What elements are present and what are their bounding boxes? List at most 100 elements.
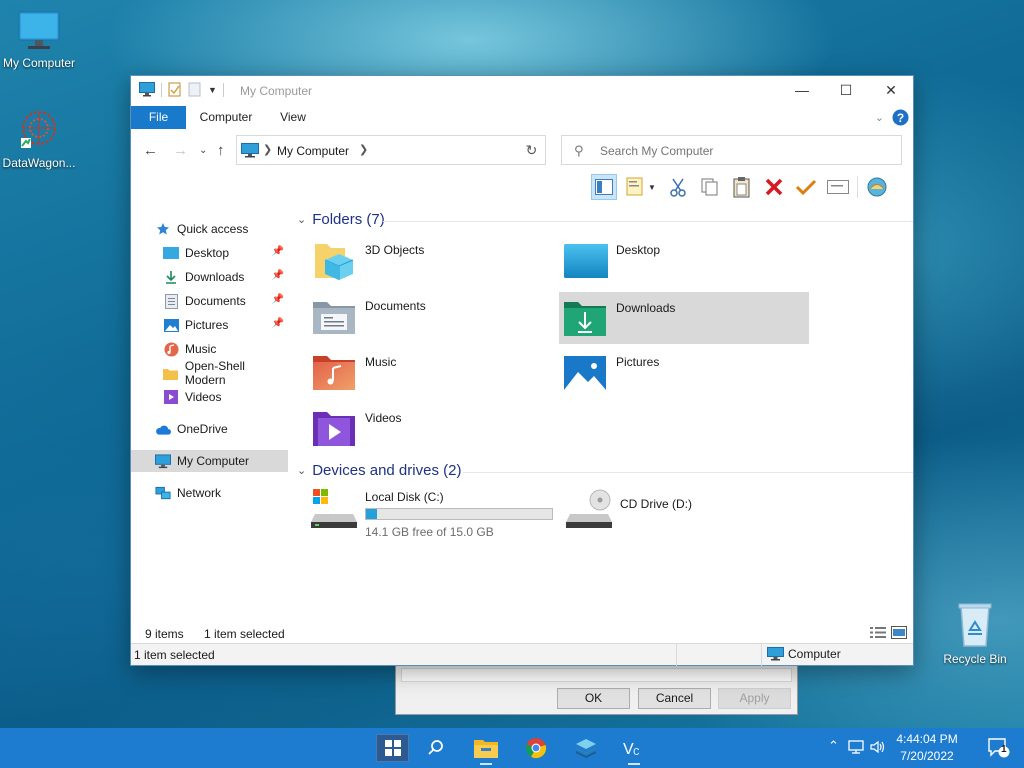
properties-dropdown-icon[interactable]: ▼ (648, 183, 656, 192)
rename-button[interactable] (825, 174, 851, 200)
close-button[interactable]: ✕ (868, 76, 914, 104)
search-input[interactable] (600, 142, 890, 159)
pin-icon[interactable]: 📌 (272, 246, 284, 257)
drive-tile-c[interactable]: Local Disk (C:) 14.1 GB free of 15.0 GB (308, 488, 558, 540)
drive-tile-d[interactable]: CD Drive (D:) (563, 488, 763, 540)
up-arrow-icon[interactable]: ↑ (217, 142, 225, 159)
volume-icon[interactable] (870, 740, 886, 754)
checkmark-button[interactable] (793, 174, 819, 200)
sidebar-item-label: Desktop (185, 246, 230, 260)
taskbar-search-button[interactable] (421, 734, 451, 762)
pin-icon[interactable]: 📌 (272, 294, 284, 305)
clock[interactable]: 4:44:04 PM 7/20/2022 (892, 731, 962, 765)
search-box[interactable]: ⚲ (561, 135, 902, 165)
notification-center-button[interactable]: 1 (988, 738, 1010, 761)
forward-arrow-icon[interactable]: → (173, 142, 188, 159)
breadcrumb-my-computer[interactable]: My Computer (277, 144, 349, 158)
star-icon (155, 221, 171, 237)
taskbar-file-explorer[interactable] (471, 734, 501, 765)
desktop-icon-datawagon[interactable]: DataWagon... (0, 108, 82, 170)
sidebar-item-label: Network (177, 486, 222, 500)
address-bar[interactable]: ❯ My Computer ❯ ⌄ (236, 135, 545, 165)
recent-locations-chevron-icon[interactable]: ⌄ (199, 145, 207, 156)
folder-tile-pictures[interactable]: Pictures (559, 346, 809, 398)
group-divider (463, 472, 913, 473)
tab-computer[interactable]: Computer (193, 106, 259, 129)
taskbar-chrome[interactable] (521, 734, 551, 762)
sidebar-item-downloads[interactable]: Downloads 📌 (131, 266, 288, 288)
properties-icon[interactable] (168, 82, 182, 97)
collapse-chevron-icon[interactable]: ⌄ (297, 464, 306, 477)
breadcrumb-chevron-icon[interactable]: ❯ (359, 143, 368, 156)
sidebar-item-music[interactable]: Music (131, 338, 288, 360)
folder-tile-downloads[interactable]: Downloads (559, 292, 809, 344)
apply-button[interactable]: Apply (718, 688, 791, 709)
layout-button[interactable] (591, 174, 617, 200)
sidebar-item-documents[interactable]: Documents 📌 (131, 290, 288, 312)
quick-access-toolbar: ▼ (139, 82, 224, 97)
folder-name: Pictures (616, 355, 660, 369)
network-tray-icon[interactable] (848, 740, 864, 754)
maximize-button[interactable]: ☐ (823, 76, 869, 104)
desktop-icon-label: Recycle Bin (943, 652, 1007, 666)
group-header-label: Devices and drives (2) (312, 462, 462, 479)
sidebar-item-desktop[interactable]: Desktop 📌 (131, 242, 288, 264)
large-icons-view-icon[interactable] (891, 626, 907, 639)
sidebar-item-quick-access[interactable]: Quick access (131, 218, 288, 240)
folder-tile-desktop[interactable]: Desktop (559, 234, 809, 286)
documents-folder-icon (313, 302, 355, 334)
sidebar-item-pictures[interactable]: Pictures 📌 (131, 314, 288, 336)
minimize-button[interactable]: — (779, 76, 825, 104)
ok-button[interactable]: OK (557, 688, 630, 709)
folders-group-header[interactable]: ⌄ Folders (7) (297, 211, 913, 228)
folder-tile-videos[interactable]: Videos (308, 402, 558, 454)
new-folder-icon[interactable] (188, 82, 202, 97)
pin-icon[interactable]: 📌 (272, 270, 284, 281)
refresh-button[interactable]: ↻ (518, 135, 546, 165)
properties-button[interactable]: ▼ (623, 174, 659, 200)
paste-button[interactable] (729, 174, 755, 200)
navigation-pane: Quick access Desktop 📌 Downloads 📌 Docum… (131, 211, 288, 611)
delete-button[interactable] (761, 174, 787, 200)
selected-count: 1 item selected (204, 627, 285, 641)
collapse-chevron-icon[interactable]: ⌄ (297, 213, 306, 226)
sidebar-item-network[interactable]: Network (131, 482, 288, 504)
cancel-button[interactable]: Cancel (638, 688, 711, 709)
folder-tile-music[interactable]: Music (308, 346, 558, 398)
shell-button[interactable] (864, 174, 890, 200)
clock-date: 7/20/2022 (900, 749, 954, 763)
sidebar-item-onedrive[interactable]: OneDrive (131, 418, 288, 440)
sidebar-item-videos[interactable]: Videos (131, 386, 288, 408)
tab-file[interactable]: File (131, 106, 186, 129)
sidebar-item-open-shell-modern[interactable]: Open-Shell Modern (131, 359, 288, 387)
cut-icon (670, 178, 686, 197)
toolbar-divider (857, 176, 858, 198)
shell-icon (867, 177, 887, 197)
folder-tile-documents[interactable]: Documents (308, 290, 558, 342)
sidebar-item-my-computer[interactable]: My Computer (131, 450, 288, 472)
view-toggle (870, 626, 907, 639)
status-bar-location: Computer (767, 647, 841, 661)
expand-ribbon-icon[interactable]: ⌄ (875, 111, 884, 124)
back-arrow-icon[interactable]: ← (143, 142, 158, 159)
pin-icon[interactable]: 📌 (272, 318, 284, 329)
start-button[interactable] (376, 734, 409, 762)
customize-qat-icon[interactable]: ▼ (208, 85, 217, 95)
taskbar-vc-app[interactable]: Vc (619, 734, 649, 765)
copy-button[interactable] (697, 174, 723, 200)
network-icon (155, 485, 171, 501)
tab-view[interactable]: View (271, 106, 315, 129)
taskbar-stack-app[interactable] (571, 734, 601, 762)
desktop-icon-recycle-bin[interactable]: Recycle Bin (932, 602, 1018, 666)
breadcrumb-chevron-icon[interactable]: ❯ (263, 143, 272, 156)
details-view-icon[interactable] (870, 626, 886, 639)
music-icon (163, 341, 179, 357)
sidebar-item-label: Videos (185, 390, 222, 404)
cut-button[interactable] (665, 174, 691, 200)
help-icon[interactable]: ? (892, 109, 909, 126)
folder-tile-3d-objects[interactable]: 3D Objects (308, 234, 558, 286)
folder-name: Downloads (616, 301, 676, 315)
show-hidden-icons-chevron-icon[interactable]: ⌃ (828, 738, 839, 754)
desktop-icon-my-computer[interactable]: My Computer (0, 10, 82, 70)
devices-group-header[interactable]: ⌄ Devices and drives (2) (297, 462, 913, 479)
